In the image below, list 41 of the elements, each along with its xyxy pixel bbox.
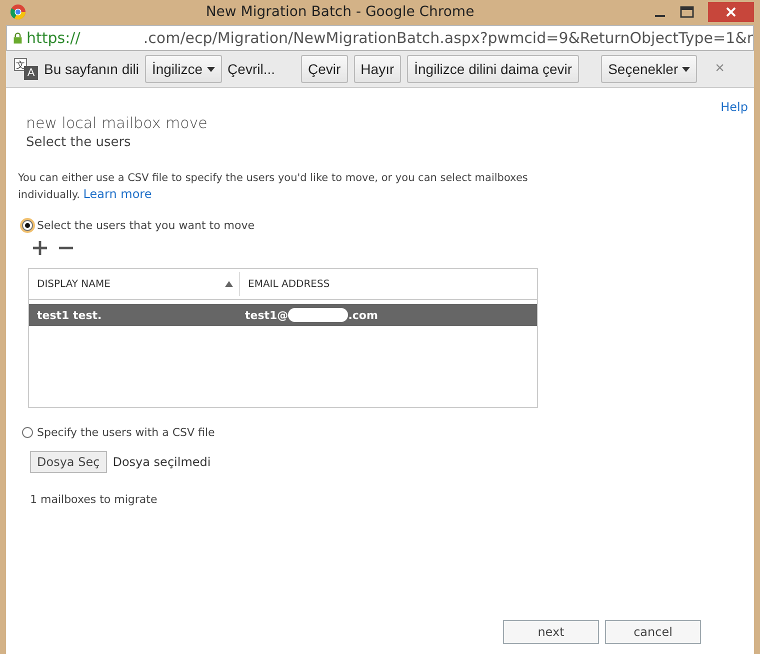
intro-text: You can either use a CSV file to specify the users you'd like to move, or you can select mailboxes individually. Learn more: [18, 171, 529, 203]
table-cell: test1@: [245, 308, 288, 322]
url-text: .com/ecp/Migration/NewMigrationBatch.aspx?pwmcid=9&ReturnObjectType=1&r: [143, 29, 753, 47]
radio-button[interactable]: [22, 220, 33, 231]
column-header[interactable]: EMAIL ADDRESS: [248, 278, 330, 290]
address-bar[interactable]: https:// .com/ecp/Migration/NewMigrationBatch.aspx?pwmcid=9&ReturnObjectType=1&r: [6, 25, 754, 51]
maximize-icon[interactable]: [680, 6, 694, 18]
options-dropdown[interactable]: Seçenekler: [601, 55, 698, 83]
close-icon[interactable]: [726, 7, 736, 17]
help-link[interactable]: Help: [720, 100, 748, 114]
lock-icon: [13, 31, 22, 45]
url-scheme: https://: [26, 29, 82, 47]
page-heading: new local mailbox move: [26, 114, 208, 132]
table-cell-text: test1 test.: [36, 308, 103, 322]
table-cell: .com: [348, 308, 378, 322]
language-dropdown[interactable]: İngilizce: [144, 55, 222, 83]
footer-button[interactable]: cancel: [605, 620, 701, 644]
radio-label: Select the users that you want to move: [37, 219, 255, 232]
page-subheading: Select the users: [26, 135, 132, 150]
translate-button[interactable]: İngilizce dilini daima çevir: [407, 55, 580, 83]
radio-label: Specify the users with a CSV file: [37, 426, 215, 439]
redaction-mark: [288, 308, 348, 322]
add-icon[interactable]: [32, 240, 48, 256]
table-row[interactable]: test1 test. test1@ .com: [29, 304, 537, 326]
learn-more-link[interactable]: Learn more: [83, 187, 152, 201]
caret-icon: [682, 66, 690, 72]
radio-button[interactable]: [22, 427, 33, 438]
caret-icon: [206, 66, 215, 72]
translate-button[interactable]: Hayır: [354, 55, 402, 83]
close-button[interactable]: [708, 2, 754, 22]
sort-ascending-icon: [225, 281, 233, 287]
translate-prompt: Bu sayfanın dili: [44, 61, 139, 77]
footer-button[interactable]: next: [503, 620, 599, 644]
choose-file-button[interactable]: Dosya Seç: [30, 451, 107, 473]
file-status: Dosya seçilmedi: [112, 455, 211, 469]
translate-button[interactable]: Çevir: [301, 55, 348, 83]
mailbox-count: 1 mailboxes to migrate: [30, 493, 158, 506]
browser-logo-icon: [10, 4, 26, 20]
window-title: New Migration Batch - Google Chrome: [204, 4, 476, 20]
column-header[interactable]: DISPLAY NAME: [37, 278, 110, 290]
translate-status: Çevril...: [228, 61, 275, 77]
